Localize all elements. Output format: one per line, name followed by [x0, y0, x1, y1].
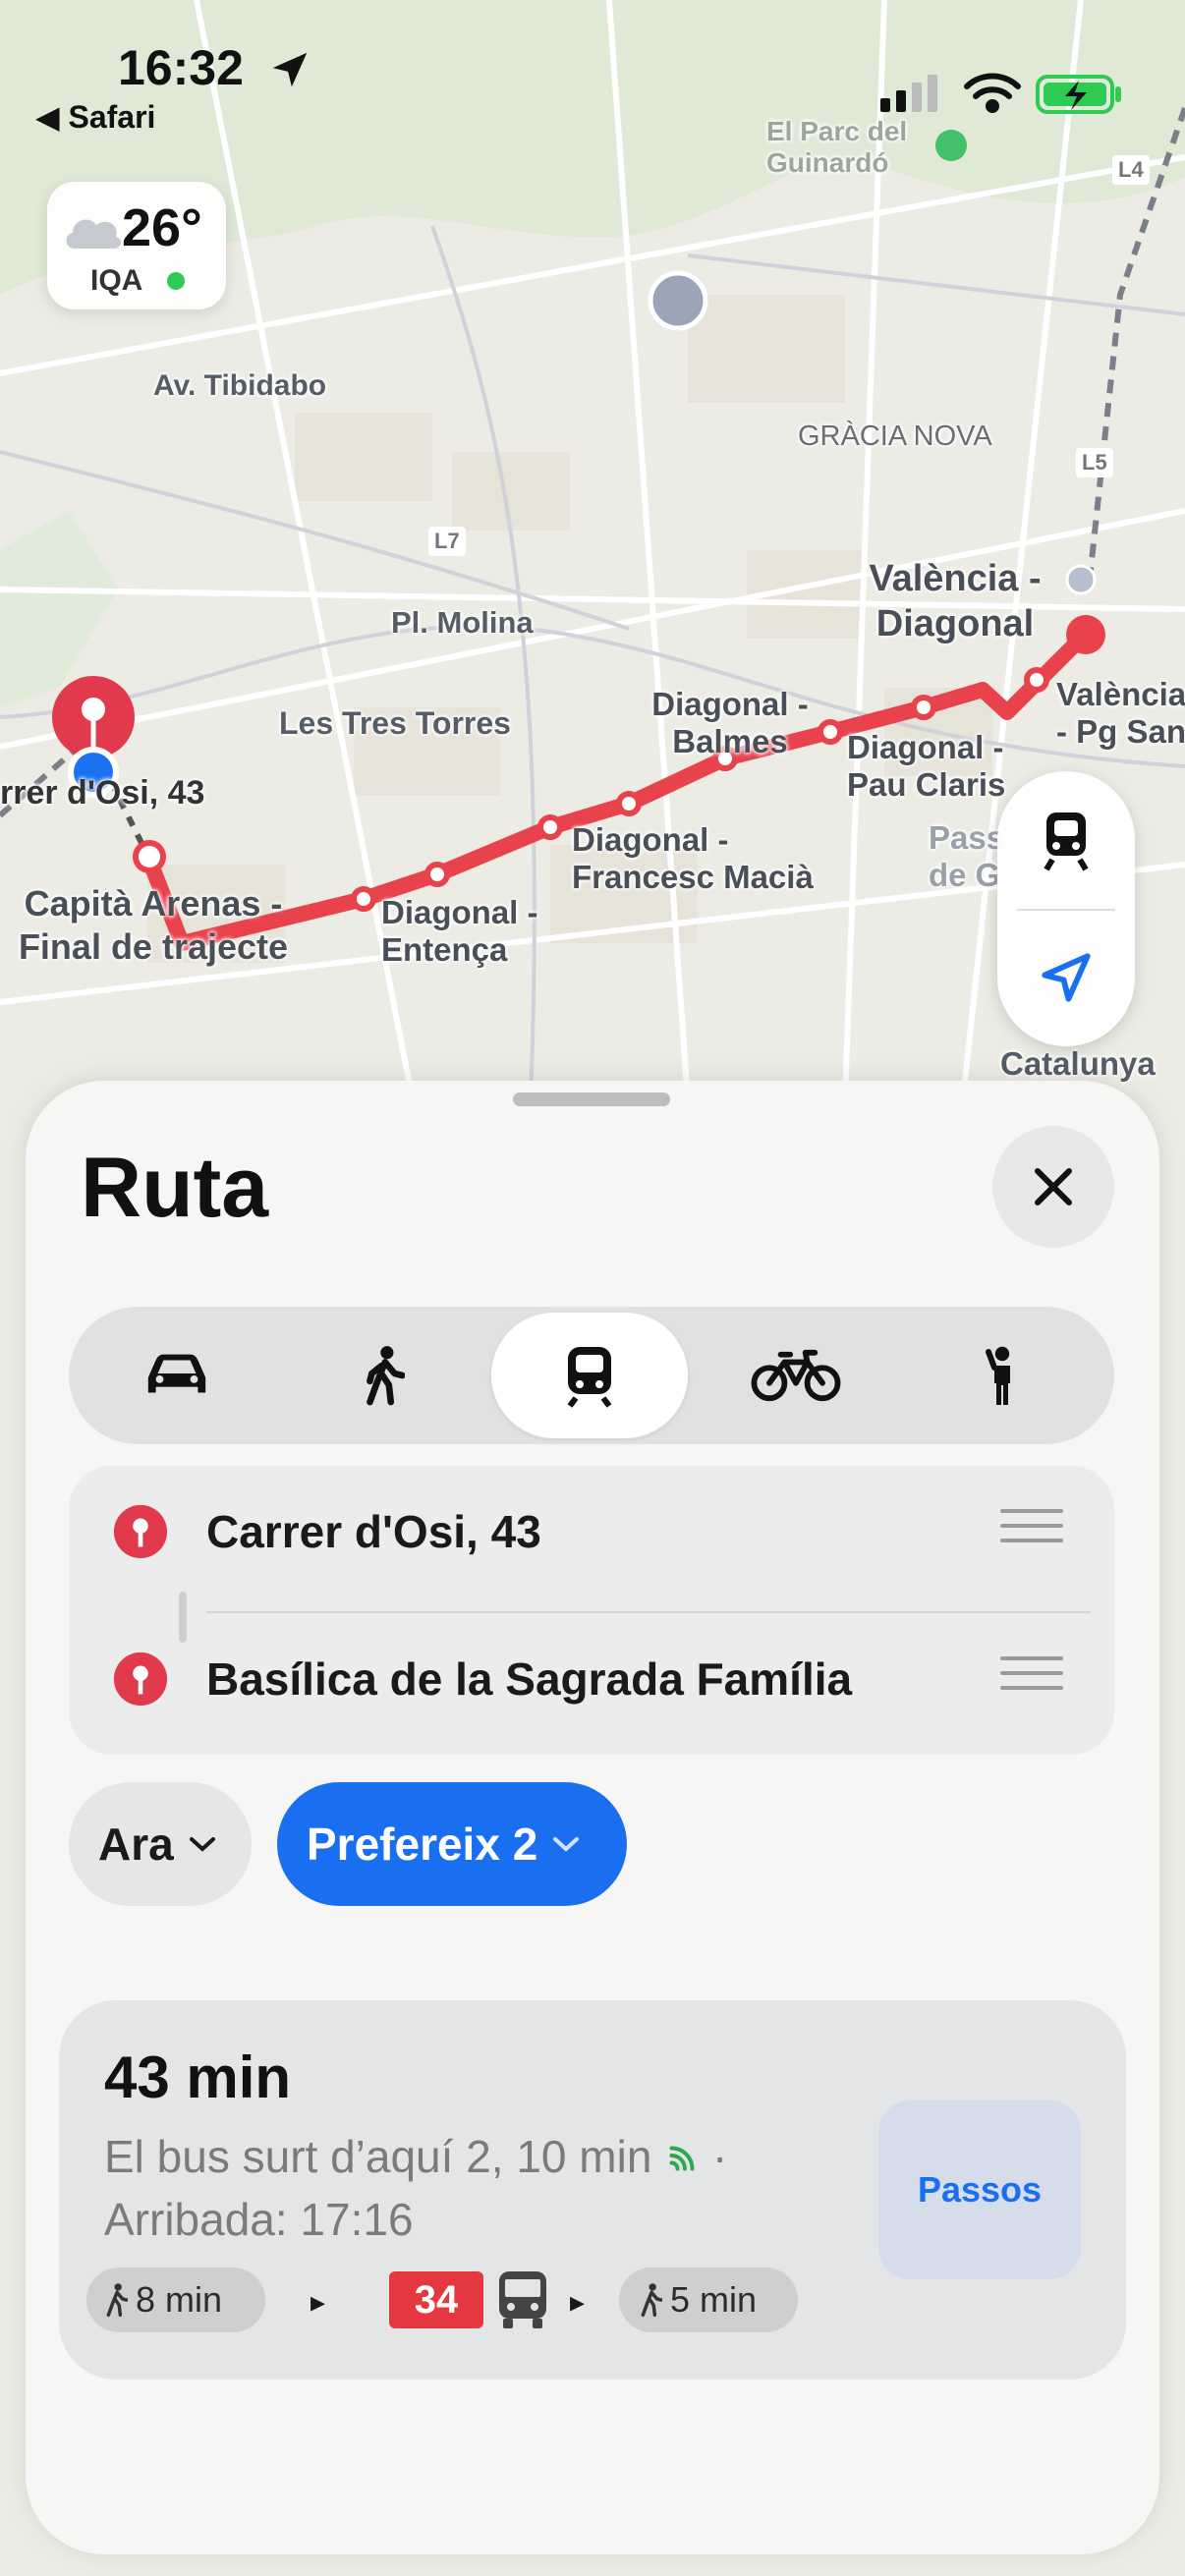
- separator-dot: ·: [711, 2131, 728, 2182]
- map-label-l5: L5: [1076, 448, 1113, 477]
- arrival-info: Arribada: 17:16: [104, 2194, 414, 2245]
- map-label-tibidabo: Av. Tibidabo: [153, 369, 327, 402]
- weather-widget[interactable]: 26° IQA: [47, 182, 226, 309]
- map-label-park: El Parc del Guinardó: [766, 116, 908, 178]
- station-valencia-pg: València - Pg Sant: [1056, 676, 1185, 750]
- hail-ride-icon: [986, 1346, 1010, 1405]
- mode-transit-button[interactable]: [491, 1313, 688, 1438]
- reorder-handle-icon[interactable]: [1000, 1656, 1063, 1696]
- mode-bike-button[interactable]: [698, 1313, 894, 1438]
- preference-label: Prefereix 2: [307, 1819, 538, 1870]
- location-arrow-icon: [1042, 953, 1091, 1002]
- back-app-label: Safari: [68, 99, 156, 135]
- aqi-label: IQA: [90, 264, 143, 297]
- station-entenca: Diagonal - Entença: [381, 894, 538, 968]
- transport-mode-selector: [69, 1307, 1114, 1444]
- route-duration: 43 min: [104, 2044, 292, 2110]
- transit-map-button[interactable]: [997, 771, 1135, 909]
- map-controls: [997, 771, 1135, 1046]
- cellular-signal-icon: [880, 75, 937, 112]
- step-arrow-icon: ▸: [570, 2286, 586, 2319]
- back-to-safari[interactable]: ◀ Safari: [35, 98, 155, 136]
- bus-line-badge: 34: [389, 2271, 483, 2328]
- reorder-handle-icon[interactable]: [1000, 1509, 1063, 1548]
- bus-icon: [499, 2271, 546, 2328]
- car-icon: [147, 1354, 206, 1393]
- sheet-grabber[interactable]: [513, 1092, 670, 1106]
- steps-button[interactable]: Passos: [878, 2100, 1081, 2279]
- origin-row[interactable]: Carrer d'Osi, 43: [69, 1466, 1114, 1584]
- mode-ride-button[interactable]: [904, 1313, 1100, 1438]
- status-icons: [880, 69, 1126, 123]
- map-label-origin-street: rrer d'Osi, 43: [0, 774, 205, 812]
- walk-end-time: 5 min: [670, 2279, 758, 2320]
- wifi-icon: [964, 73, 1021, 113]
- tram-icon: [567, 1347, 612, 1408]
- walk-end-chip: 5 min: [619, 2268, 798, 2332]
- live-signal-icon: [669, 2146, 695, 2171]
- mode-car-button[interactable]: [79, 1313, 275, 1438]
- chevron-down-icon: [553, 1837, 580, 1852]
- departure-text: El bus surt d’aquí 2, 10 min: [104, 2131, 652, 2182]
- departure-time-label: Ara: [98, 1819, 174, 1870]
- station-valencia-diagonal: València - Diagonal: [869, 558, 1042, 644]
- status-time: 16:32: [118, 40, 244, 95]
- route-sheet: Ruta Carrer d'Osi, 43 Basílica de la Sag…: [26, 1081, 1159, 2554]
- station-macia: Diagonal - Francesc Macià: [572, 821, 814, 895]
- map-label-molina: Pl. Molina: [391, 605, 534, 640]
- map-label-gracia: GRÀCIA NOVA: [798, 420, 992, 452]
- origin-pin-icon: [113, 1504, 168, 1559]
- walk-icon: [367, 1346, 405, 1406]
- walk-icon: [106, 2283, 128, 2318]
- preference-button[interactable]: Prefereix 2: [277, 1782, 627, 1906]
- location-arrow-icon: [272, 52, 308, 87]
- station-balmes: Diagonal - Balmes: [651, 686, 809, 759]
- cloud-icon: [66, 219, 122, 249]
- destination-row[interactable]: Basílica de la Sagrada Família: [69, 1613, 1114, 1731]
- tram-icon: [1044, 812, 1089, 871]
- chevron-down-icon: [189, 1837, 215, 1852]
- departure-time-button[interactable]: Ara: [69, 1782, 252, 1906]
- destination-pin-icon: [113, 1652, 168, 1707]
- route-result-card[interactable]: 43 min El bus surt d’aquí 2, 10 min · Ar…: [59, 2000, 1126, 2380]
- step-arrow-icon: ▸: [310, 2286, 326, 2319]
- departure-info: El bus surt d’aquí 2, 10 min ·: [104, 2130, 727, 2183]
- weather-temperature: 26°: [122, 198, 202, 257]
- origin-label: Carrer d'Osi, 43: [206, 1506, 541, 1557]
- walk-icon: [641, 2283, 662, 2318]
- battery-charging-icon: [1036, 75, 1121, 114]
- close-icon: [1035, 1168, 1072, 1205]
- back-arrow-icon: ◀: [35, 99, 69, 135]
- origin-pin-icon: [52, 676, 135, 758]
- locate-me-button[interactable]: [997, 909, 1135, 1046]
- bicycle-icon: [751, 1349, 841, 1402]
- route-endpoints: Carrer d'Osi, 43 Basílica de la Sagrada …: [69, 1466, 1114, 1755]
- station-capita-arenas: Capità Arenas - Final de trajecte: [18, 883, 289, 967]
- aqi-status-dot: [167, 272, 185, 290]
- map-label-tres-torres: Les Tres Torres: [279, 705, 511, 741]
- sheet-title: Ruta: [81, 1141, 269, 1235]
- walk-start-chip: 8 min: [86, 2268, 265, 2332]
- map-label-l7: L7: [428, 527, 466, 556]
- walk-start-time: 8 min: [136, 2279, 223, 2320]
- map-label-l4: L4: [1112, 155, 1150, 185]
- close-button[interactable]: [992, 1126, 1114, 1248]
- destination-label: Basílica de la Sagrada Família: [206, 1653, 853, 1705]
- map-label-catalunya: Catalunya: [1000, 1045, 1156, 1082]
- mode-walk-button[interactable]: [285, 1313, 481, 1438]
